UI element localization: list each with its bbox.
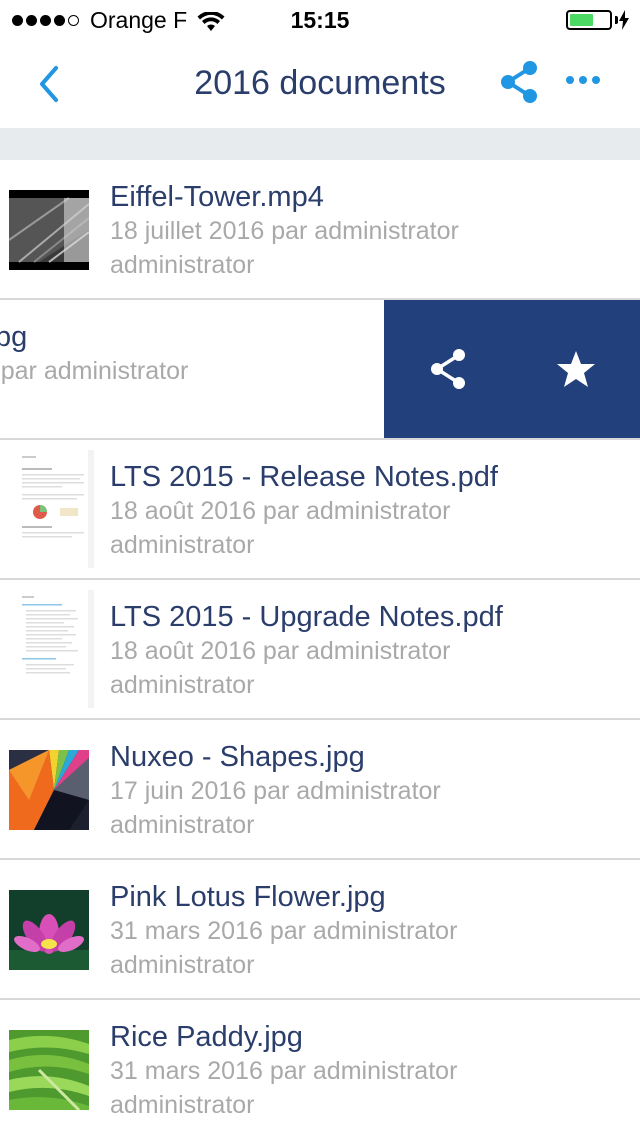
item-author: administrator: [110, 251, 255, 279]
list-item[interactable]: LTS 2015 - Upgrade Notes.pdf 18 août 201…: [0, 580, 640, 720]
item-author: administrator: [110, 1091, 255, 1119]
item-title: s.jpg: [0, 321, 28, 353]
list-header-separator: [0, 128, 640, 160]
list-item[interactable]: Pink Lotus Flower.jpg 31 mars 2016 par a…: [0, 860, 640, 1000]
share-icon: [431, 349, 465, 389]
list-item[interactable]: Eiffel-Tower.mp4 18 juillet 2016 par adm…: [0, 160, 640, 300]
item-title: Nuxeo - Shapes.jpg: [110, 741, 365, 773]
swipe-actions: [384, 300, 640, 438]
item-date: 18 août 2016 par administrator: [110, 637, 451, 665]
item-title: LTS 2015 - Release Notes.pdf: [110, 461, 498, 493]
share-icon[interactable]: [498, 60, 540, 104]
list-item[interactable]: LTS 2015 - Release Notes.pdf 18 août 201…: [0, 440, 640, 580]
item-author: administrator: [110, 811, 255, 839]
list-item-swiped[interactable]: s.jpg 16 par administrator or: [0, 300, 640, 440]
item-date: 31 mars 2016 par administrator: [110, 917, 458, 945]
star-icon: [557, 351, 595, 387]
item-author: administrator: [110, 951, 255, 979]
item-title: Eiffel-Tower.mp4: [110, 181, 324, 213]
item-date: 18 août 2016 par administrator: [110, 497, 451, 525]
image-thumbnail: [9, 1030, 89, 1110]
share-action-button[interactable]: [384, 300, 512, 438]
status-bar: Orange F 15:15: [0, 0, 640, 40]
item-author: administrator: [110, 531, 255, 559]
navigation-bar: 2016 documents: [0, 40, 640, 128]
document-list: Eiffel-Tower.mp4 18 juillet 2016 par adm…: [0, 160, 640, 1136]
item-author: or: [0, 388, 188, 422]
list-item[interactable]: Nuxeo - Shapes.jpg 17 juin 2016 par admi…: [0, 720, 640, 860]
item-date: 17 juin 2016 par administrator: [110, 777, 441, 805]
item-author: administrator: [110, 671, 255, 699]
page-title: 2016 documents: [194, 64, 446, 102]
video-thumbnail: [9, 190, 89, 270]
battery-icon: [566, 10, 612, 30]
image-thumbnail: [9, 750, 89, 830]
item-date: 18 juillet 2016 par administrator: [110, 217, 459, 245]
pdf-thumbnail: [14, 590, 94, 708]
item-title: LTS 2015 - Upgrade Notes.pdf: [110, 601, 503, 633]
item-title: Pink Lotus Flower.jpg: [110, 881, 386, 913]
more-options-icon[interactable]: [566, 76, 605, 84]
list-item[interactable]: Rice Paddy.jpg 31 mars 2016 par administ…: [0, 1000, 640, 1136]
image-thumbnail: [9, 890, 89, 970]
charging-icon: [619, 10, 629, 30]
clock: 15:15: [290, 7, 350, 33]
item-date: 16 par administrator: [0, 357, 189, 385]
pdf-thumbnail: [14, 450, 94, 568]
item-title: Rice Paddy.jpg: [110, 1021, 303, 1053]
item-date: 31 mars 2016 par administrator: [110, 1057, 458, 1085]
favorite-action-button[interactable]: [512, 300, 640, 438]
